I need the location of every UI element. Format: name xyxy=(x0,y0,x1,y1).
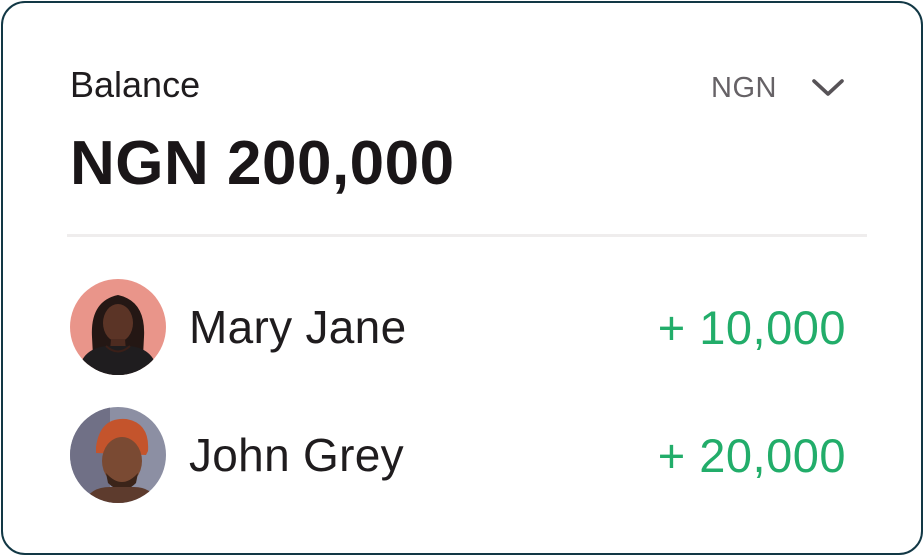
balance-card: Balance NGN NGN 200,000 Mary Jane + 10,0… xyxy=(1,1,923,555)
avatar xyxy=(70,279,166,375)
transaction-row[interactable]: Mary Jane + 10,000 xyxy=(70,278,846,376)
transaction-amount: + 20,000 xyxy=(657,428,846,482)
divider xyxy=(67,234,867,237)
transaction-name: John Grey xyxy=(189,429,404,481)
balance-amount: NGN 200,000 xyxy=(70,129,455,198)
transaction-row[interactable]: John Grey + 20,000 xyxy=(70,406,846,504)
transaction-name: Mary Jane xyxy=(189,301,407,353)
currency-dropdown[interactable]: NGN xyxy=(711,63,861,113)
currency-selected: NGN xyxy=(711,71,777,104)
balance-label: Balance xyxy=(70,64,201,105)
chevron-down-icon xyxy=(812,79,844,96)
transaction-amount: + 10,000 xyxy=(657,300,846,354)
avatar xyxy=(70,407,166,503)
